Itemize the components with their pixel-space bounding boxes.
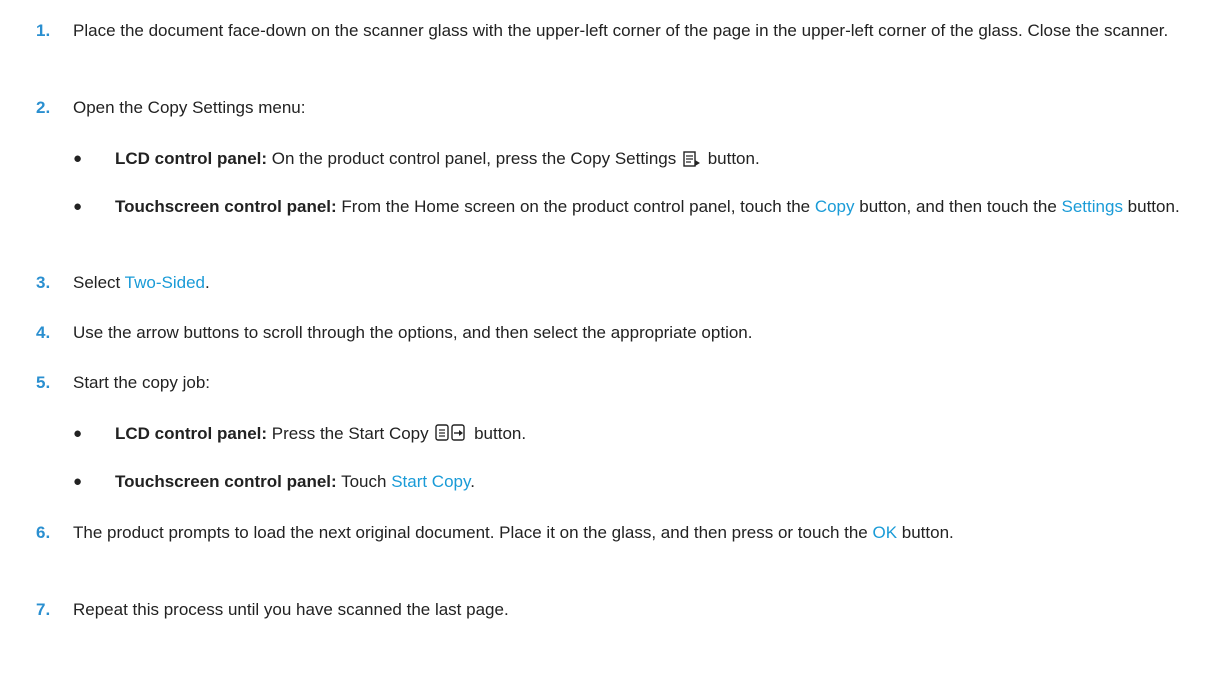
start-copy-icon xyxy=(435,424,466,441)
bullet-icon: ● xyxy=(73,425,83,442)
bullet-icon: ● xyxy=(73,150,83,167)
step-number: 2. xyxy=(36,98,51,117)
ok-button-term: OK xyxy=(872,523,898,542)
bullet-label: LCD control panel: xyxy=(115,149,268,168)
copy-settings-icon xyxy=(683,151,700,167)
bullet-label: Touchscreen control panel: xyxy=(115,197,337,216)
start-copy-term: Start Copy xyxy=(391,472,471,491)
two-sided-term: Two-Sided xyxy=(124,273,205,292)
step-text: Place the document face-down on the scan… xyxy=(73,21,1169,40)
step-number: 4. xyxy=(36,323,51,342)
copy-button-term: Copy xyxy=(814,197,855,216)
bullet-icon: ● xyxy=(73,198,83,215)
bullet-label: Touchscreen control panel: xyxy=(115,472,337,491)
step-number: 5. xyxy=(36,373,51,392)
instruction-page: 1. Place the document face-down on the s… xyxy=(0,0,1222,692)
step-text: Start the copy job: xyxy=(73,373,211,392)
step-number: 1. xyxy=(36,21,51,40)
bullet-icon: ● xyxy=(73,473,83,490)
step-number: 7. xyxy=(36,600,51,619)
step-number: 6. xyxy=(36,523,51,542)
step-text: Use the arrow buttons to scroll through … xyxy=(73,323,753,342)
step-text: Repeat this process until you have scann… xyxy=(73,600,509,619)
bullet-label: LCD control panel: xyxy=(115,424,268,443)
settings-button-term: Settings xyxy=(1061,197,1123,216)
step-number: 3. xyxy=(36,273,51,292)
step-text: Open the Copy Settings menu: xyxy=(73,98,306,117)
